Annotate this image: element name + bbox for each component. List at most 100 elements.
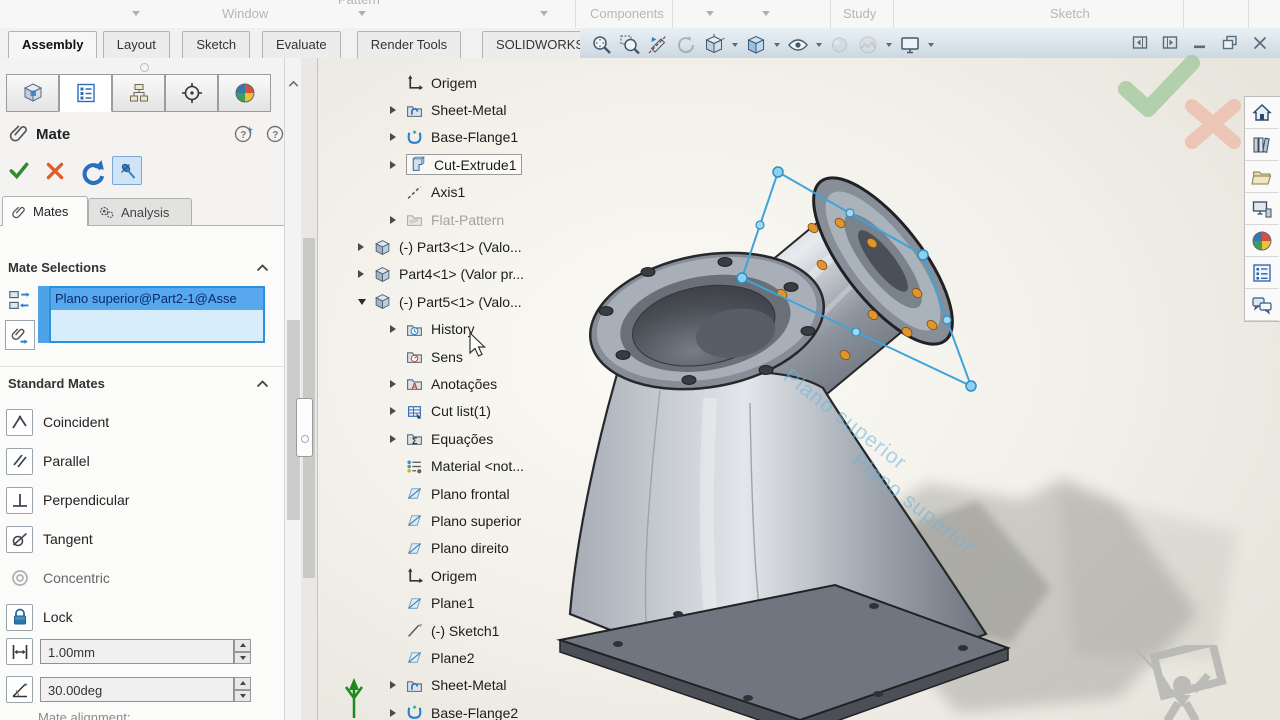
tree-expand-arrow[interactable] — [390, 709, 406, 717]
mate-selections-header[interactable]: Mate Selections — [8, 260, 106, 275]
panel-tab-appearances[interactable] — [218, 74, 271, 112]
tree-expand-arrow[interactable] — [390, 216, 406, 224]
tree-expand-arrow[interactable] — [358, 299, 374, 305]
parallel-mate-button[interactable] — [6, 448, 33, 475]
multiple-mate-button[interactable] — [5, 320, 35, 350]
chevron-down-icon[interactable] — [928, 43, 934, 47]
tree-item[interactable]: Plane1 — [346, 589, 581, 616]
hide-show-items-button[interactable] — [786, 33, 810, 57]
tree-item[interactable]: Base-Flange2 — [346, 699, 581, 720]
standard-mates-header[interactable]: Standard Mates — [8, 376, 105, 391]
coincident-mate-button[interactable] — [6, 409, 33, 436]
chevron-down-icon[interactable] — [816, 43, 822, 47]
tree-item[interactable]: (-) Part3<1> (Valo... — [346, 233, 581, 260]
help-pin-icon[interactable]: ? — [234, 124, 254, 144]
collapse-chevron-icon[interactable] — [256, 264, 269, 272]
tree-item-label[interactable]: Sens — [431, 349, 463, 365]
lock-mate-button[interactable] — [6, 604, 33, 631]
display-style-button[interactable] — [744, 33, 768, 57]
tree-item-label[interactable]: Anotações — [431, 376, 497, 392]
command-tab-evaluate[interactable]: Evaluate — [262, 31, 341, 58]
tree-item-label[interactable]: Sheet-Metal — [431, 677, 506, 693]
tree-item-label[interactable]: Plano superior — [431, 513, 521, 529]
spin-up[interactable] — [234, 639, 251, 652]
tree-expand-arrow[interactable] — [390, 161, 406, 169]
zoom-area-button[interactable] — [618, 33, 642, 57]
tree-item-label[interactable]: (-) Part3<1> (Valo... — [399, 239, 522, 255]
tree-item[interactable]: (-) Sketch1 — [346, 617, 581, 644]
task-pane-appearances-sphere-button[interactable] — [1245, 225, 1279, 257]
tree-item-label[interactable]: Cut-Extrude1 — [434, 157, 516, 173]
menu-components[interactable]: Components — [590, 6, 664, 21]
menu-pattern[interactable]: Pattern — [338, 0, 380, 7]
chevron-down-icon[interactable] — [706, 11, 714, 16]
pin-button[interactable] — [112, 156, 142, 185]
task-pane-design-library-button[interactable] — [1245, 129, 1279, 161]
task-pane-forum-button[interactable] — [1245, 289, 1279, 321]
close-button[interactable] — [1252, 35, 1268, 56]
ok-button[interactable] — [8, 160, 30, 182]
tree-expand-arrow[interactable] — [390, 435, 406, 443]
chevron-down-icon[interactable] — [762, 11, 770, 16]
perpendicular-mate-button[interactable] — [6, 487, 33, 514]
menu-study[interactable]: Study — [843, 6, 876, 21]
tree-expand-arrow[interactable] — [390, 133, 406, 141]
panel-tab-property-manager[interactable] — [59, 74, 112, 112]
tree-item[interactable]: Base-Flange1 — [346, 124, 581, 151]
menu-sketch[interactable]: Sketch — [1050, 6, 1090, 21]
distance-mate-button[interactable] — [6, 638, 33, 665]
section-view-button[interactable] — [646, 33, 670, 57]
task-pane-view-palette-button[interactable] — [1245, 193, 1279, 225]
tree-item[interactable]: Sheet-Metal — [346, 672, 581, 699]
tree-item-label[interactable]: Plano frontal — [431, 486, 510, 502]
tree-item[interactable]: Part4<1> (Valor pr... — [346, 261, 581, 288]
command-tab-assembly[interactable]: Assembly — [8, 31, 97, 58]
tree-item[interactable]: Cut list(1) — [346, 398, 581, 425]
tree-item-label[interactable]: Material <not... — [431, 458, 524, 474]
panel-tab-configurations[interactable] — [112, 74, 165, 112]
tab-mates[interactable]: Mates — [2, 196, 88, 226]
chevron-down-icon[interactable] — [358, 11, 366, 16]
tree-item-label[interactable]: Base-Flange1 — [431, 129, 518, 145]
tree-item-label[interactable]: Sheet-Metal — [431, 102, 506, 118]
tree-item-label[interactable]: Equações — [431, 431, 493, 447]
scroll-up-icon[interactable] — [288, 80, 299, 88]
tree-item-label[interactable]: Plano direito — [431, 540, 509, 556]
tree-item[interactable]: Axis1 — [346, 179, 581, 206]
tree-item-label[interactable]: Part4<1> (Valor pr... — [399, 266, 524, 282]
tree-item[interactable]: Origem — [346, 69, 581, 96]
tree-item[interactable]: Plane2 — [346, 644, 581, 671]
tree-scroll-gutter[interactable] — [301, 58, 318, 720]
chevron-down-icon[interactable] — [886, 43, 892, 47]
view-orientation-button[interactable] — [702, 33, 726, 57]
tree-item[interactable]: Plano direito — [346, 535, 581, 562]
task-pane-home-button[interactable] — [1245, 97, 1279, 129]
tree-item[interactable]: ΣEquações — [346, 425, 581, 452]
cancel-button[interactable] — [44, 160, 66, 182]
tree-expand-arrow[interactable] — [390, 106, 406, 114]
command-tab-layout[interactable]: Layout — [103, 31, 170, 58]
command-tab-sketch[interactable]: Sketch — [182, 31, 250, 58]
tree-item[interactable]: Sheet-Metal — [346, 96, 581, 123]
minimize-button[interactable] — [1192, 35, 1208, 56]
spin-down[interactable] — [234, 652, 251, 665]
tree-item-label[interactable]: Base-Flange2 — [431, 705, 518, 720]
view-settings-button[interactable] — [898, 33, 922, 57]
tree-item[interactable]: Plano superior — [346, 507, 581, 534]
tree-item[interactable]: AAnotações — [346, 370, 581, 397]
tree-item-label[interactable]: Axis1 — [431, 184, 465, 200]
tree-expand-arrow[interactable] — [358, 270, 374, 278]
tree-item-label[interactable]: Origem — [431, 75, 477, 91]
tree-item[interactable]: Origem — [346, 562, 581, 589]
tree-item-label[interactable]: Cut list(1) — [431, 403, 491, 419]
selected-tree-item-box[interactable]: Cut-Extrude1 — [406, 154, 522, 175]
collapse-chevron-icon[interactable] — [256, 380, 269, 388]
tab-analysis[interactable]: Analysis — [88, 198, 192, 226]
angle-mate-button[interactable] — [6, 676, 33, 703]
selected-entity-row[interactable]: Plano superior@Part2-1@Asse — [51, 288, 263, 310]
restore-button[interactable] — [1222, 35, 1238, 56]
task-pane-custom-properties-button[interactable] — [1245, 257, 1279, 289]
spin-down[interactable] — [234, 690, 251, 703]
tree-expand-arrow[interactable] — [358, 243, 374, 251]
tree-item[interactable]: Material <not... — [346, 452, 581, 479]
